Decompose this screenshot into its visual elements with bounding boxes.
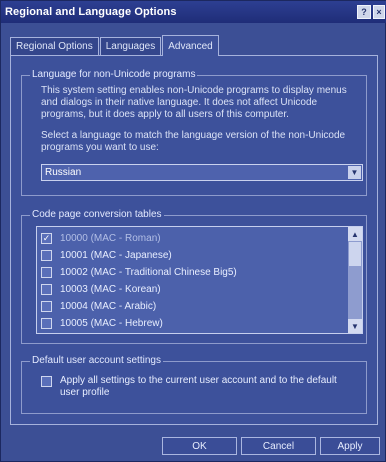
scroll-down-icon[interactable]: ▼ bbox=[348, 319, 362, 333]
codepage-checkbox[interactable] bbox=[41, 317, 52, 329]
codepage-label: 10001 (MAC - Japanese) bbox=[60, 249, 172, 261]
cancel-button[interactable]: Cancel bbox=[241, 437, 316, 455]
title-bar[interactable]: Regional and Language Options ? × bbox=[1, 1, 386, 23]
codepage-group-label: Code page conversion tables bbox=[30, 209, 164, 220]
close-button[interactable]: × bbox=[373, 5, 385, 19]
tab-languages[interactable]: Languages bbox=[99, 37, 162, 55]
nonunicode-description: This system setting enables non-Unicode … bbox=[41, 85, 347, 120]
list-item[interactable]: 10005 (MAC - Hebrew) bbox=[41, 315, 163, 331]
help-button[interactable]: ? bbox=[357, 5, 371, 19]
apply-button[interactable]: Apply bbox=[320, 437, 380, 455]
nonunicode-group-label: Language for non-Unicode programs bbox=[30, 69, 198, 80]
tab-strip: Regional Options Languages Advanced bbox=[10, 35, 220, 56]
apply-default-label: Apply all settings to the current user a… bbox=[60, 375, 337, 398]
tab-regional-options[interactable]: Regional Options bbox=[10, 37, 99, 55]
scroll-up-icon[interactable]: ▲ bbox=[348, 227, 362, 241]
codepage-list[interactable]: ✓ 10000 (MAC - Roman) 10001 (MAC - Japan… bbox=[36, 226, 363, 334]
codepage-label: 10000 (MAC - Roman) bbox=[60, 232, 161, 244]
ok-button[interactable]: OK bbox=[162, 437, 237, 455]
scroll-thumb[interactable] bbox=[349, 242, 361, 266]
codepage-label: 10003 (MAC - Korean) bbox=[60, 283, 161, 295]
list-item[interactable]: 10003 (MAC - Korean) bbox=[41, 281, 161, 297]
list-item[interactable]: 10002 (MAC - Traditional Chinese Big5) bbox=[41, 264, 237, 280]
language-dropdown-value: Russian bbox=[45, 167, 82, 178]
apply-default-option[interactable]: Apply all settings to the current user a… bbox=[41, 375, 359, 401]
codepage-checkbox[interactable] bbox=[41, 283, 52, 295]
codepage-checkbox[interactable] bbox=[41, 300, 52, 312]
codepage-label: 10005 (MAC - Hebrew) bbox=[60, 317, 163, 329]
list-item[interactable]: 10004 (MAC - Arabic) bbox=[41, 298, 156, 314]
codepage-label: 10002 (MAC - Traditional Chinese Big5) bbox=[60, 266, 237, 278]
list-item[interactable]: 10001 (MAC - Japanese) bbox=[41, 247, 172, 263]
codepage-checkbox[interactable] bbox=[41, 249, 52, 261]
codepage-checkbox[interactable]: ✓ bbox=[41, 232, 52, 244]
codepage-label: 10004 (MAC - Arabic) bbox=[60, 300, 157, 312]
window-title: Regional and Language Options bbox=[5, 6, 177, 18]
dialog-window: Regional and Language Options ? × Region… bbox=[0, 0, 386, 462]
list-item[interactable]: ✓ 10000 (MAC - Roman) bbox=[41, 230, 161, 246]
language-dropdown[interactable]: Russian ▼ bbox=[41, 164, 363, 181]
codepage-scrollbar[interactable]: ▲ ▼ bbox=[348, 227, 362, 333]
chevron-down-icon[interactable]: ▼ bbox=[348, 166, 361, 179]
codepage-checkbox[interactable] bbox=[41, 266, 52, 278]
tab-advanced[interactable]: Advanced bbox=[162, 35, 219, 56]
apply-default-checkbox[interactable] bbox=[41, 376, 52, 387]
language-select-prompt: Select a language to match the language … bbox=[41, 130, 346, 153]
default-user-group-label: Default user account settings bbox=[30, 355, 163, 366]
